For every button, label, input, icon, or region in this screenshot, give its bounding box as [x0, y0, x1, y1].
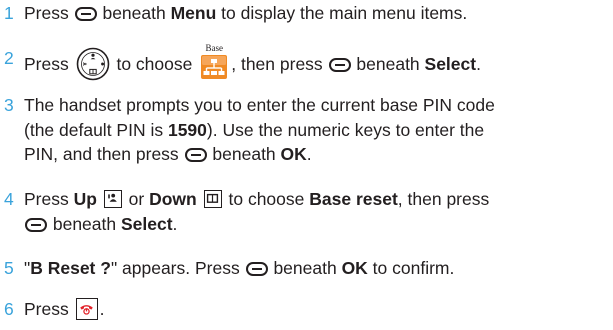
b-reset-prompt: B Reset ?: [30, 258, 111, 278]
step-number: 2: [4, 48, 14, 68]
down-key-icon: [203, 190, 222, 208]
step-text: Press to choose Base , then press beneat…: [24, 43, 608, 81]
step-text: The handset prompts you to enter the cur…: [24, 93, 608, 167]
base-reset-label: Base reset: [309, 189, 398, 209]
step-3-line-2: (the default PIN is 1590). Use the numer…: [24, 119, 485, 140]
step-text: Press .: [24, 298, 105, 320]
ok-label: OK: [280, 144, 307, 164]
ok-label: OK: [341, 258, 368, 278]
step-number: 6: [4, 299, 14, 319]
step-text: Press beneath Menu to display the main m…: [24, 3, 468, 23]
step-number: 3: [4, 95, 14, 115]
step-number: 5: [4, 258, 14, 278]
step-number: 4: [4, 189, 14, 209]
default-pin: 1590: [167, 119, 207, 140]
step-text: Press Up or Down to choose Base reset, t…: [24, 187, 608, 236]
step-4-line-1: Press Up or Down to choose Base reset, t…: [24, 189, 490, 209]
step-3-line-1: The handset prompts you to enter the cur…: [24, 95, 495, 115]
step-number: 1: [4, 3, 14, 23]
softkey-icon: [245, 262, 268, 276]
softkey-icon: [328, 58, 351, 72]
select-label: Select: [120, 213, 173, 234]
step-4-line-2: beneath Select.: [24, 212, 608, 237]
softkey-icon: [184, 148, 207, 162]
base-menu-icon: Base: [199, 43, 229, 80]
up-key-icon: [103, 190, 122, 208]
select-label: Select: [424, 54, 477, 74]
navigation-key-icon: [76, 47, 110, 81]
down-label: Down: [149, 189, 197, 209]
up-label: Up: [73, 189, 97, 209]
softkey-icon: [74, 7, 97, 21]
menu-label: Menu: [170, 3, 217, 23]
step-text: "B Reset ?" appears. Press beneath OK to…: [24, 258, 455, 278]
step-3-line-3: PIN, and then press beneath OK.: [24, 144, 312, 164]
softkey-icon: [25, 217, 47, 232]
end-call-key-icon: [75, 298, 98, 320]
